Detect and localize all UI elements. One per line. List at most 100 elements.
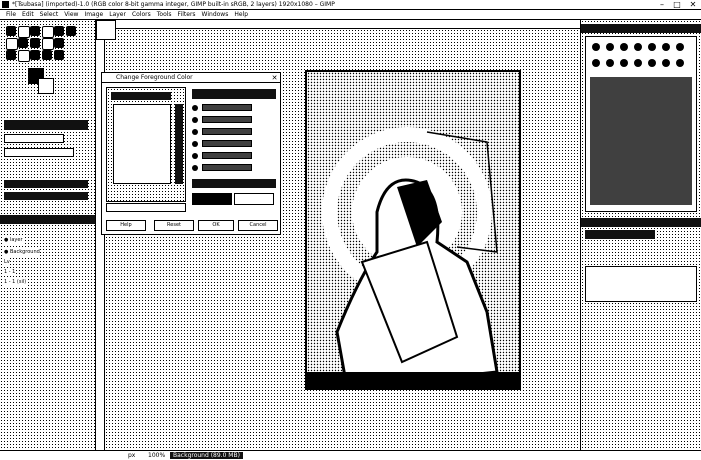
brush-item[interactable] [634,59,642,67]
right-dock [580,20,701,450]
zoom-select[interactable]: 100% [148,452,165,459]
menu-bar: File Edit Select View Image Layer Colors Tools F… [0,10,701,20]
title-bar: *[Tsubasa] (imported)-1.0 (RGB color 8-b… [0,0,701,10]
horizontal-ruler[interactable] [96,20,580,29]
background-color-swatch[interactable] [38,78,54,94]
brush-item[interactable] [606,43,614,51]
tool-option-slider-2[interactable] [4,192,88,200]
menu-colors[interactable]: Colors [132,10,151,20]
color-gradient-field[interactable] [113,104,171,184]
channel-b-radio[interactable] [192,165,198,171]
brush-item[interactable] [592,59,600,67]
dodge-burn-tool-icon[interactable] [30,50,40,60]
tool-option-slider[interactable] [4,180,88,188]
unit-select[interactable]: px [128,452,135,459]
bucket-fill-tool-icon[interactable] [30,38,40,48]
layer-row-4[interactable]: 1 - 1 [4,268,16,276]
artwork-image [307,72,519,388]
layer-row-1[interactable]: ● layer [4,236,23,244]
brush-item[interactable] [634,43,642,51]
brush-item[interactable] [676,59,684,67]
layer-row-5[interactable]: 1 - 1 (sil) [4,278,27,286]
brush-item[interactable] [676,43,684,51]
layer-row-3[interactable]: Lv [4,258,10,266]
channel-r-slider[interactable] [202,140,252,147]
smudge-tool-icon[interactable] [18,50,30,62]
close-button[interactable]: ✕ [687,0,699,10]
clone-tool-icon[interactable] [42,38,54,50]
dock-field[interactable] [585,230,655,239]
lasso-tool-icon[interactable] [18,26,30,38]
dialog-close-icon[interactable]: ✕ [270,74,279,82]
menu-image[interactable]: Image [84,10,103,20]
menu-filters[interactable]: Filters [178,10,196,20]
tool-option-field[interactable] [4,134,64,143]
brush-item[interactable] [620,43,628,51]
channel-h-slider[interactable] [202,104,252,111]
menu-select[interactable]: Select [40,10,59,20]
maximize-button[interactable]: □ [671,0,683,10]
old-color-preview [234,193,274,205]
channel-s-radio[interactable] [192,117,198,123]
help-button[interactable]: Help [106,220,146,231]
toolbox: ● layer ● Background Lv 1 - 1 1 - 1 (sil… [0,20,96,450]
channel-mode-tabs[interactable] [192,89,276,99]
brush-item[interactable] [662,43,670,51]
menu-file[interactable]: File [6,10,16,20]
tool-presets-area[interactable] [585,266,697,302]
rect-select-tool-icon[interactable] [6,26,16,36]
minimize-button[interactable]: – [656,0,668,10]
menu-view[interactable]: View [64,10,78,20]
crop-tool-icon[interactable] [42,26,54,38]
brush-item[interactable] [620,59,628,67]
dock-tabs[interactable] [581,218,701,227]
layer-name: 1 - 1 [4,269,16,275]
ok-button[interactable]: OK [198,220,234,231]
reset-button[interactable]: Reset [154,220,194,231]
channel-r-radio[interactable] [192,141,198,147]
brushes-grid[interactable] [585,36,697,212]
channel-v-radio[interactable] [192,129,198,135]
move-tool-icon[interactable] [54,26,64,36]
channel-s-slider[interactable] [202,116,252,123]
brush-list[interactable] [590,77,692,205]
paintbrush-tool-icon[interactable] [6,38,18,50]
channel-b-slider[interactable] [202,164,252,171]
transform-tool-icon[interactable] [66,26,76,36]
channel-h-radio[interactable] [192,105,198,111]
channel-v-slider[interactable] [202,128,252,135]
eye-icon[interactable]: ● [4,237,8,243]
selector-tabs[interactable] [111,92,171,100]
brush-item[interactable] [648,43,656,51]
brush-item[interactable] [606,59,614,67]
menu-layer[interactable]: Layer [109,10,126,20]
menu-edit[interactable]: Edit [22,10,34,20]
menu-help[interactable]: Help [234,10,248,20]
color-selector-area[interactable] [106,87,186,202]
gradient-tool-icon[interactable] [6,50,16,60]
layers-panel-header [0,215,95,224]
color-picker-tool-icon[interactable] [42,50,52,60]
zoom-tool-icon[interactable] [54,50,64,60]
fuzzy-select-tool-icon[interactable] [30,26,40,36]
gimp-app-icon [2,1,9,8]
quick-mask-toggle[interactable] [96,20,116,40]
hex-field[interactable] [106,203,186,212]
eye-icon[interactable]: ● [4,249,8,255]
text-tool-icon[interactable] [54,38,64,48]
cancel-button[interactable]: Cancel [238,220,278,231]
status-bar: px 100% Background (89.0 MB) [0,450,701,460]
brush-item[interactable] [662,59,670,67]
layer-row-2[interactable]: ● Background [4,248,40,256]
menu-tools[interactable]: Tools [157,10,172,20]
brush-item[interactable] [592,43,600,51]
eraser-tool-icon[interactable] [18,38,28,48]
color-history[interactable] [192,179,276,188]
brush-item[interactable] [648,59,656,67]
image-canvas[interactable] [305,70,521,390]
channel-g-radio[interactable] [192,153,198,159]
tool-option-field-2[interactable] [4,148,74,157]
channel-g-slider[interactable] [202,152,252,159]
hue-strip[interactable] [175,104,183,184]
menu-windows[interactable]: Windows [202,10,229,20]
